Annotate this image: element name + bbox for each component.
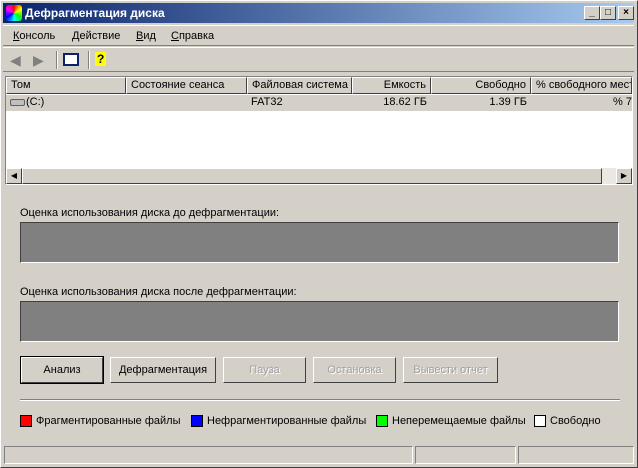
minimize-button[interactable]: _ xyxy=(584,6,600,20)
menu-view[interactable]: Вид xyxy=(136,30,156,42)
stop-button[interactable]: Остановка xyxy=(313,357,396,383)
after-usage-display xyxy=(20,301,619,342)
help-icon[interactable]: ? xyxy=(95,52,107,66)
analyze-button[interactable]: Анализ xyxy=(20,356,104,384)
legend-unmovable-swatch xyxy=(376,415,388,427)
cell-volume: (C:) xyxy=(26,96,45,108)
menu-console[interactable]: Консоль xyxy=(13,30,55,42)
cell-free: 1.39 ГБ xyxy=(489,96,527,108)
divider xyxy=(20,399,620,401)
legend-free: Свободно xyxy=(550,415,601,427)
toolbar-separator xyxy=(56,51,58,69)
defragment-button[interactable]: Дефрагментация xyxy=(110,357,216,383)
defrag-app-icon xyxy=(6,5,22,21)
status-pane xyxy=(518,446,634,464)
col-session-state[interactable]: Состояние сеанса xyxy=(126,77,247,94)
title-bar: Дефрагментация диска _ □ × xyxy=(3,3,634,23)
toolbar: ◀ ▶ ? xyxy=(3,47,634,72)
legend-unmovable: Неперемещаемые файлы xyxy=(392,415,526,427)
scroll-left-icon[interactable]: ◀ xyxy=(6,168,22,184)
menu-help[interactable]: Справка xyxy=(171,30,214,42)
view-report-button[interactable]: Вывести отчет xyxy=(403,357,498,383)
drive-icon xyxy=(10,99,25,106)
col-free[interactable]: Свободно xyxy=(431,77,531,94)
col-volume[interactable]: Том xyxy=(6,77,126,94)
legend-contiguous-swatch xyxy=(191,415,203,427)
cell-fs: FAT32 xyxy=(251,96,283,108)
horizontal-scrollbar[interactable]: ◀ ▶ xyxy=(6,168,632,184)
menu-bar: Консоль Действие Вид Справка xyxy=(3,25,634,46)
cell-free-percent: 7 % xyxy=(613,96,632,108)
status-pane xyxy=(4,446,413,464)
legend-fragmented-swatch xyxy=(20,415,32,427)
status-pane xyxy=(415,446,516,464)
window-title: Дефрагментация диска xyxy=(25,6,165,20)
maximize-button[interactable]: □ xyxy=(600,6,616,20)
show-hide-tree-icon[interactable] xyxy=(63,53,79,66)
toolbar-separator xyxy=(88,51,90,69)
pause-button[interactable]: Пауза xyxy=(223,357,306,383)
before-usage-display xyxy=(20,222,619,263)
back-arrow-icon[interactable]: ◀ xyxy=(10,52,21,69)
col-file-system[interactable]: Файловая система xyxy=(247,77,352,94)
col-free-percent[interactable]: % свободного места xyxy=(531,77,632,94)
scroll-right-icon[interactable]: ▶ xyxy=(616,168,632,184)
before-label: Оценка использования диска до дефрагмент… xyxy=(20,207,280,219)
legend-free-swatch xyxy=(534,415,546,427)
scroll-thumb[interactable] xyxy=(22,168,602,184)
forward-arrow-icon[interactable]: ▶ xyxy=(33,52,44,69)
col-capacity[interactable]: Емкость xyxy=(352,77,431,94)
table-row[interactable]: (C:) FAT32 18.62 ГБ 1.39 ГБ 7 % xyxy=(6,95,632,111)
cell-capacity: 18.62 ГБ xyxy=(383,96,427,108)
close-button[interactable]: × xyxy=(618,6,634,20)
legend-fragmented: Фрагментированные файлы xyxy=(36,415,181,427)
after-label: Оценка использования диска после дефрагм… xyxy=(20,286,297,298)
legend-contiguous: Нефрагментированные файлы xyxy=(207,415,367,427)
menu-action[interactable]: Действие xyxy=(72,30,120,42)
volume-list: Том Состояние сеанса Файловая система Ем… xyxy=(5,76,633,185)
